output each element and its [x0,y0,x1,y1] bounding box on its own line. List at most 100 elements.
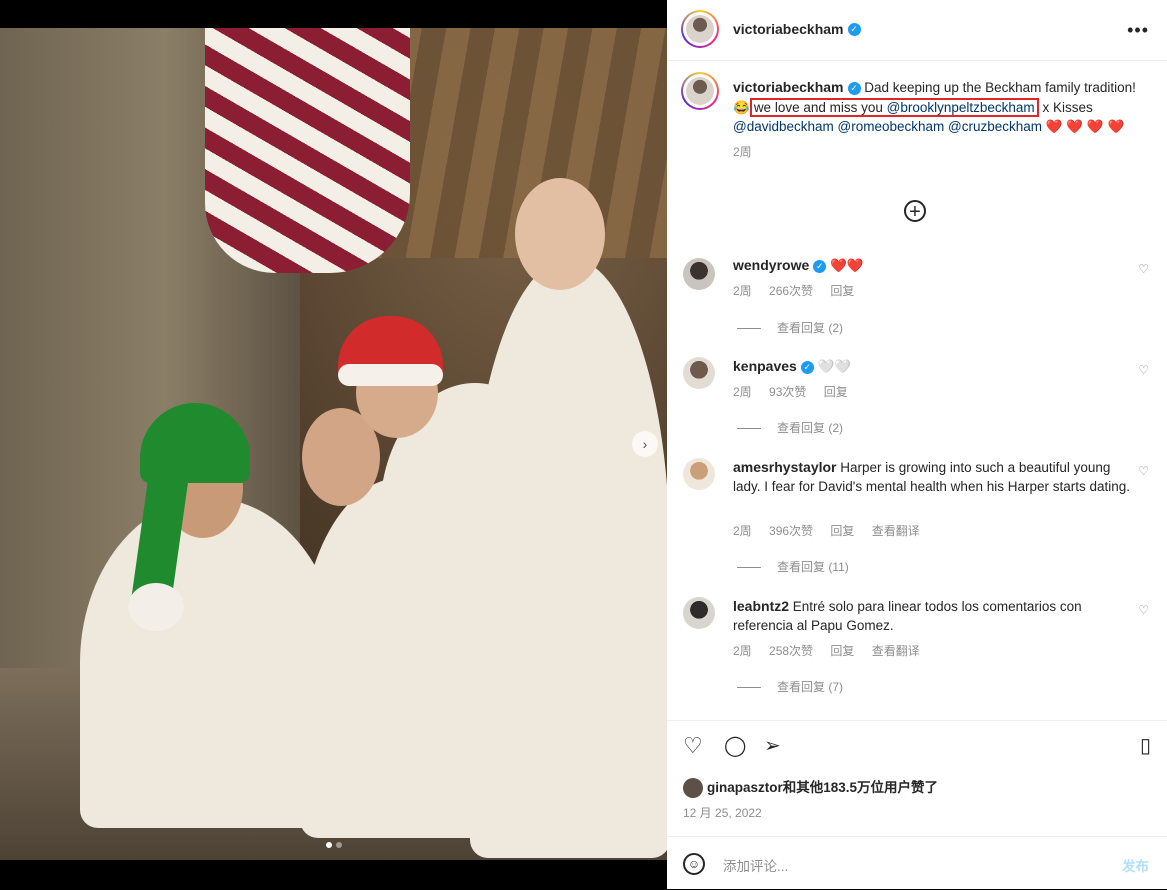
header-author: victoriabeckham ✓ [733,21,861,39]
post-media: › [0,0,667,889]
view-replies-label: 查看回复 (11) [777,560,849,574]
comment-username[interactable]: wendyrowe [733,257,809,273]
highlight-text: we love and miss you [753,99,883,115]
photo-stocking [205,28,410,273]
post-caption: victoriabeckham ✓ Dad keeping up the Beck… [733,78,1143,162]
comment-meta: 2周 258次赞 回复 查看翻译 [733,642,934,659]
comment-body: amesrhystaylor Harper is growing into su… [733,458,1133,496]
mention-brooklyn[interactable]: @brooklynpeltzbeckham [887,100,1035,115]
more-icon[interactable]: ••• [1127,20,1149,41]
comment-age: 2周 [733,524,752,538]
caption-age: 2周 [733,144,752,159]
heart-icon[interactable]: ♡ [1138,464,1149,478]
post-photo [0,28,667,860]
photo-head-4 [515,178,605,290]
chevron-right-icon[interactable]: › [632,431,658,457]
carousel-dot-active [326,842,332,848]
post-panel: victoriabeckham ✓ ••• victoriabeckham ✓ Da… [667,0,1167,889]
avatar-picture [686,15,714,43]
heart-icon[interactable]: ♡ [1138,603,1149,617]
mention-cruz[interactable]: @cruzbeckham [948,119,1042,134]
comment-avatar[interactable] [683,357,715,389]
bookmark-icon[interactable]: ▯ [1140,733,1151,758]
caption-text: Dad keeping up the Beckham family tradit… [864,80,1136,95]
mention-david[interactable]: @davidbeckham [733,119,834,134]
comment-text: 🤍🤍 [817,359,852,374]
comment-body: kenpaves ✓ 🤍🤍 [733,357,1133,376]
heart-icon[interactable]: ♡ [1138,262,1149,276]
comment-meta: 2周 396次赞 回复 查看翻译 [733,522,934,539]
view-replies-label: 查看回复 (2) [777,321,844,335]
comment-body: wendyrowe ✓ ❤️❤️ [733,256,1133,275]
view-replies-label: 查看回复 (7) [777,680,844,694]
replies-line [737,328,761,330]
emoji-icon[interactable]: ☺ [683,853,705,875]
comment-body: leabntz2 Entré solo para linear todos lo… [733,597,1133,635]
translate-button[interactable]: 查看翻译 [872,524,920,538]
replies-line [737,567,761,569]
comment-age: 2周 [733,284,752,298]
caption-highlight: we love and miss you @brooklynpeltzbeckh… [749,97,1039,117]
comment-composer: ☺ 添加评论... 发布 [667,836,1167,890]
caption-emoji: 😂 [733,99,750,115]
view-replies-button[interactable]: 查看回复 (11) [737,558,849,575]
caption-avatar[interactable] [681,72,719,110]
comment-likes[interactable]: 258次赞 [769,644,813,658]
photo-hat-red-rim [338,364,443,386]
comment-avatar[interactable] [683,258,715,290]
heart-icon[interactable]: ♡ [1138,363,1149,377]
view-replies-label: 查看回复 (2) [777,421,844,435]
verified-icon: ✓ [847,81,861,95]
comment-username[interactable]: kenpaves [733,358,797,374]
comment-avatar[interactable] [683,597,715,629]
view-replies-button[interactable]: 查看回复 (2) [737,319,843,336]
translate-button[interactable]: 查看翻译 [872,644,920,658]
caption-hearts: ❤️ ❤️ ❤️ ❤️ [1045,119,1125,134]
comment-likes[interactable]: 266次赞 [769,284,813,298]
comment-text: ❤️❤️ [830,258,864,273]
comment-username[interactable]: amesrhystaylor [733,459,837,475]
verified-icon: ✓ [813,259,827,273]
comment-age: 2周 [733,644,752,658]
carousel-dot [336,842,342,848]
likes-text: ginapasztor和其他183.5万位用户赞了 [707,780,939,795]
share-icon[interactable]: ➢ [764,733,781,758]
likes-summary[interactable]: ginapasztor和其他183.5万位用户赞了 [683,776,939,799]
actions-divider [667,720,1167,721]
author-avatar[interactable] [681,10,719,48]
comment-input[interactable]: 添加评论... [723,855,788,875]
avatar-inner [683,12,717,46]
caption-username[interactable]: victoriabeckham [733,79,844,95]
comment-likes[interactable]: 396次赞 [769,524,813,538]
heart-icon[interactable]: ♡ [683,733,703,759]
comment-likes[interactable]: 93次赞 [769,385,806,399]
caption-avatar-picture [686,77,714,105]
view-replies-button[interactable]: 查看回复 (2) [737,419,843,436]
photo-person-4 [470,258,667,858]
replies-line [737,428,761,430]
comment-reply-button[interactable]: 回复 [830,284,854,298]
author-username[interactable]: victoriabeckham [733,21,844,37]
photo-hat-pom [128,583,184,631]
caption-after: x Kisses [1042,99,1093,115]
comment-reply-button[interactable]: 回复 [830,524,854,538]
post-button[interactable]: 发布 [1122,855,1149,875]
comment-username[interactable]: leabntz2 [733,598,789,614]
verified-icon: ✓ [800,360,814,374]
comment-icon[interactable]: ◯ [724,733,746,758]
verified-icon: ✓ [847,23,861,37]
comment-reply-button[interactable]: 回复 [830,644,854,658]
mention-romeo[interactable]: @romeobeckham [838,119,945,134]
comment-meta: 2周 266次赞 回复 [733,282,868,299]
comment-reply-button[interactable]: 回复 [824,385,848,399]
comment-age: 2周 [733,385,752,399]
view-replies-button[interactable]: 查看回复 (7) [737,678,843,695]
post-date: 12 月 25, 2022 [683,806,762,820]
post-header: victoriabeckham ✓ ••• [667,0,1167,61]
caption-avatar-inner [683,74,717,108]
comment-meta: 2周 93次赞 回复 [733,383,862,400]
add-circle-icon[interactable]: + [904,200,926,223]
comment-avatar[interactable] [683,458,715,490]
replies-line [737,687,761,689]
liker-avatar [683,778,703,799]
